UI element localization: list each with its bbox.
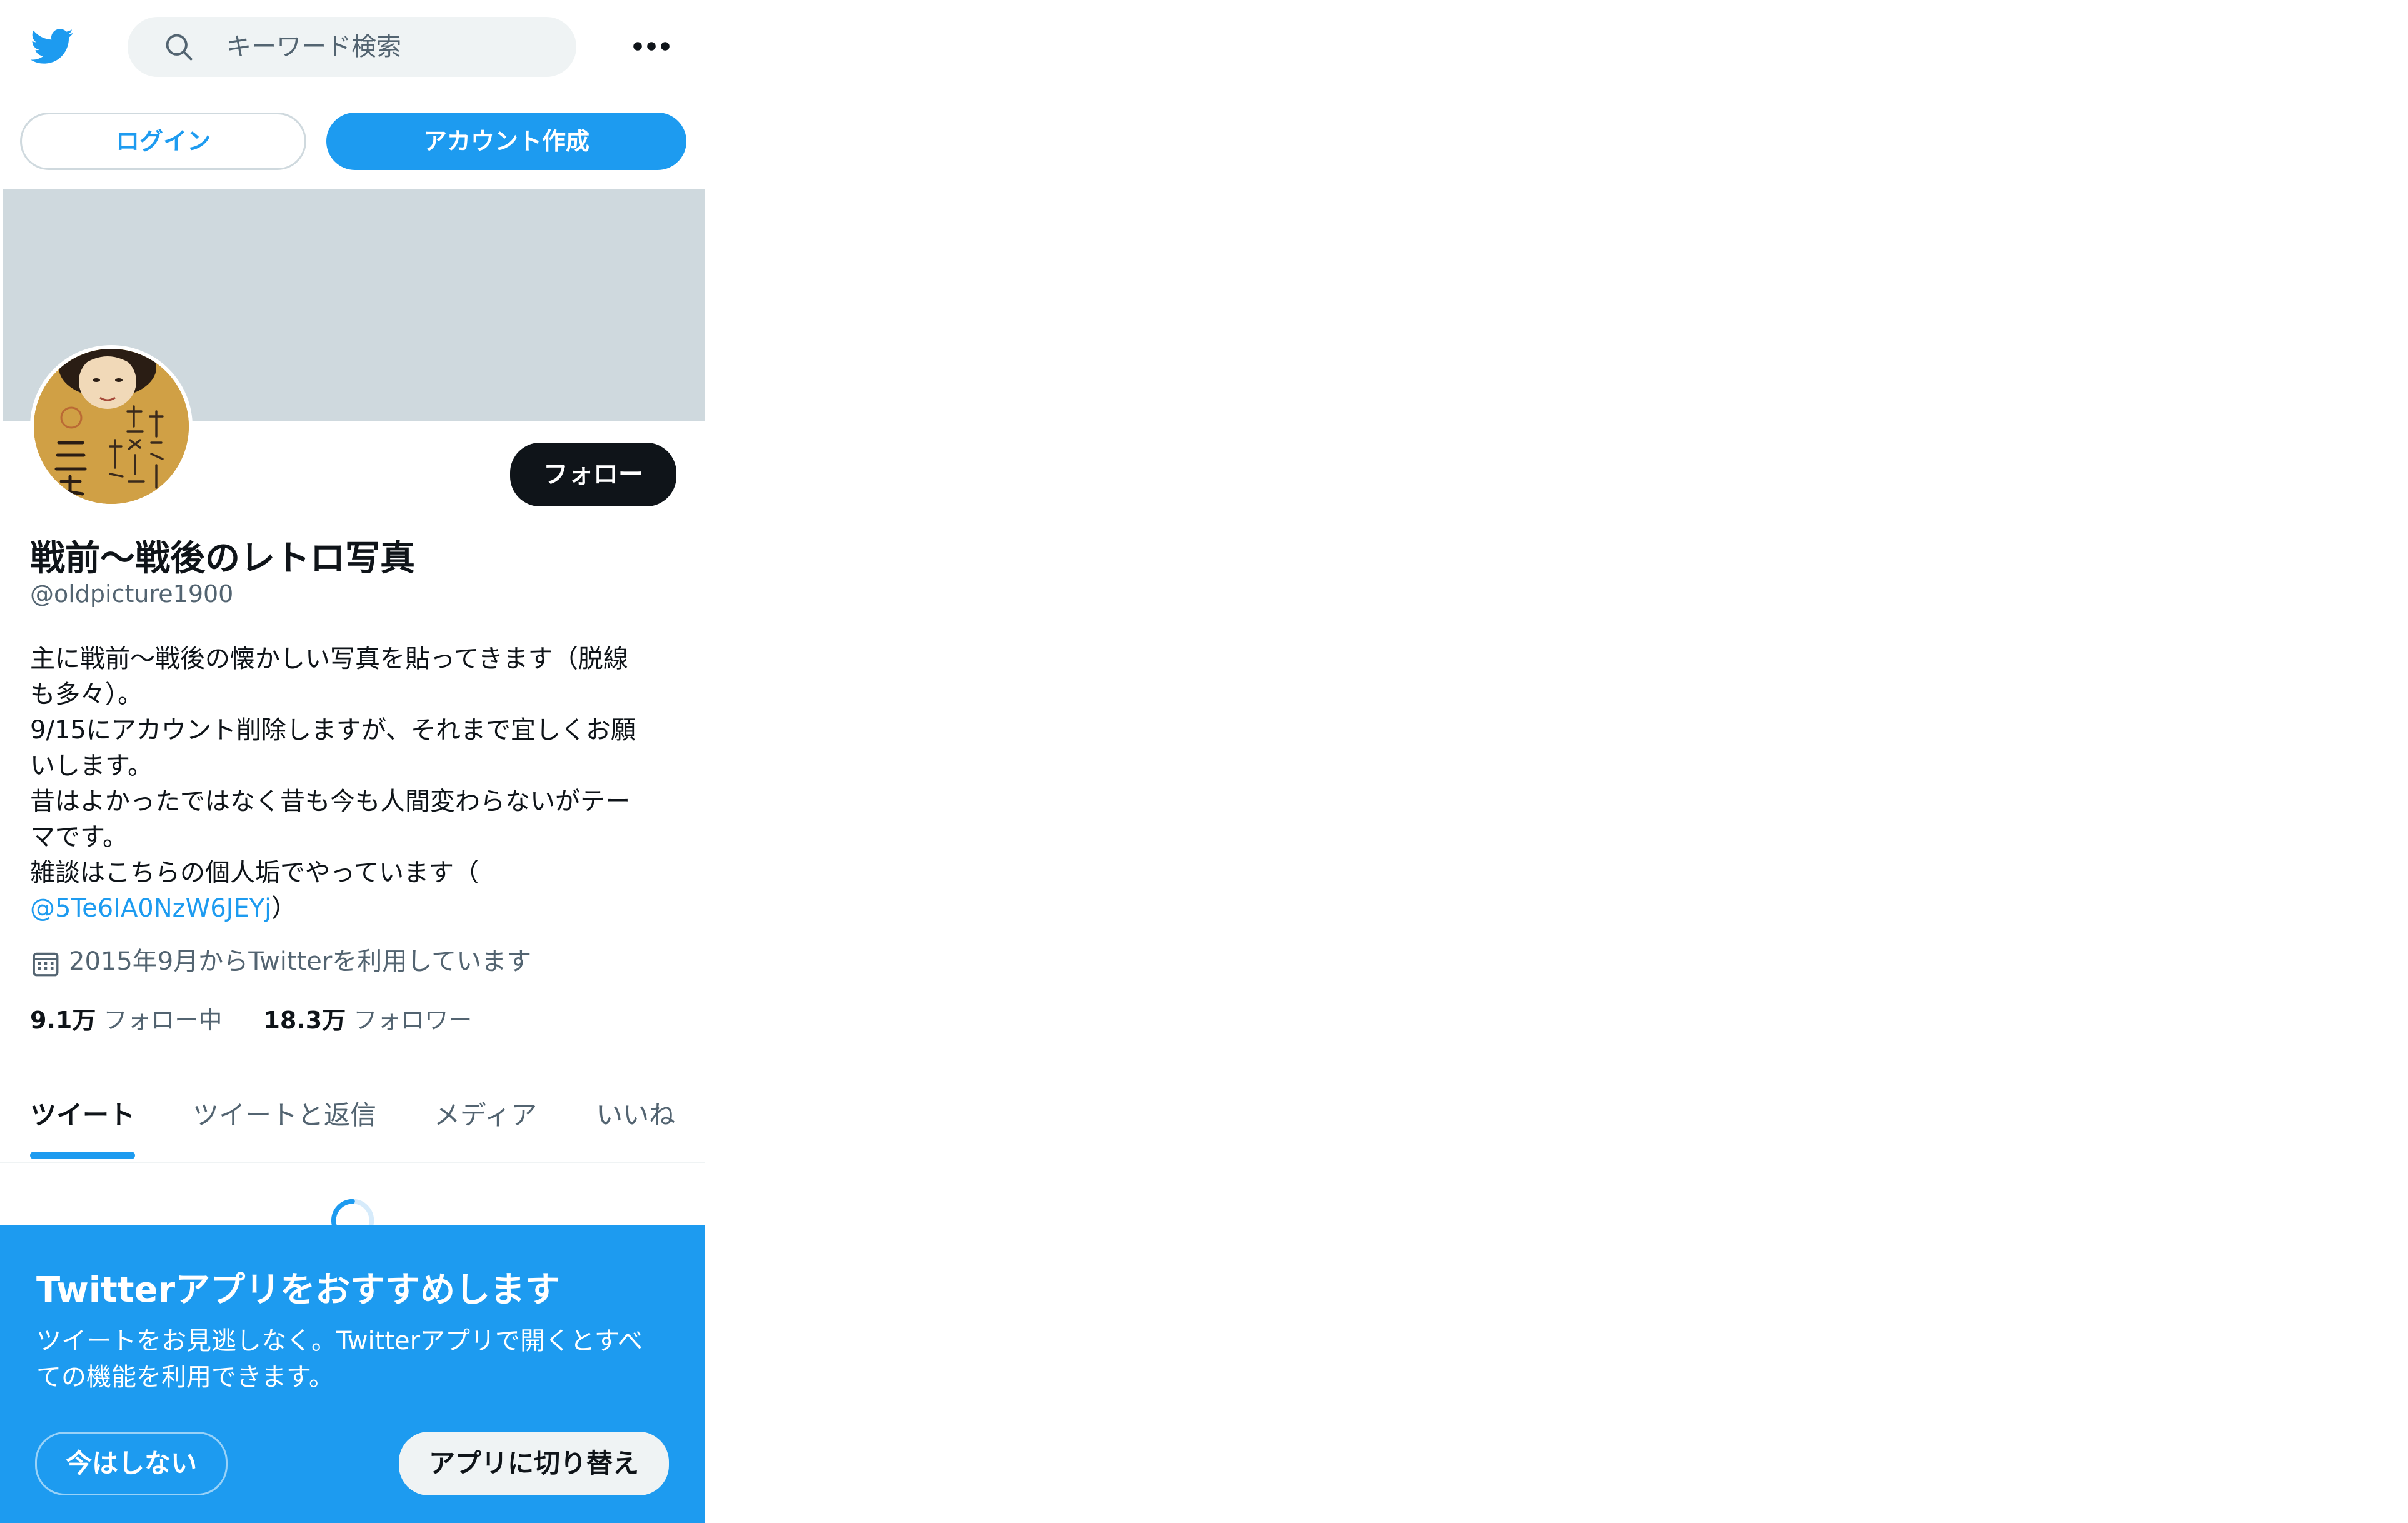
profile-column: ログイン アカウント作成 — [0, 0, 705, 1523]
bio-link-suffix: ） — [271, 894, 297, 923]
following-count: 9.1万 — [30, 1007, 96, 1034]
promo-description: ツイートをお見逃しなく。Twitterアプリで開くとすべ ての機能を利用できます… — [36, 1323, 680, 1395]
calendar-icon — [33, 952, 59, 977]
following-label: フォロー中 — [103, 1007, 223, 1034]
search-input[interactable] — [226, 17, 551, 77]
twitter-bird-icon[interactable] — [28, 24, 75, 69]
app-promo-banner: Twitterアプリをおすすめします ツイートをお見逃しなく。Twitterアプ… — [0, 1225, 705, 1523]
avatar[interactable] — [30, 345, 193, 508]
tab-likes[interactable]: いいね — [596, 1094, 675, 1132]
not-now-button[interactable]: 今はしない — [35, 1432, 228, 1495]
bio-line: 主に戦前～戦後の懐かしい写真を貼ってきます（脱線 — [30, 645, 628, 673]
followers-link[interactable]: 18.3万 フォロワー — [263, 1004, 472, 1037]
bio-line: 雑談はこちらの個人垢でやっています（ — [30, 858, 479, 887]
profile-bio: 主に戦前～戦後の懐かしい写真を貼ってきます（脱線 も多々）。 9/15にアカウン… — [30, 641, 674, 927]
followers-count: 18.3万 — [263, 1007, 346, 1034]
promo-title: Twitterアプリをおすすめします — [36, 1270, 561, 1310]
bio-line: いします。 — [30, 751, 153, 780]
search-bar[interactable] — [128, 17, 576, 77]
bio-line: 9/15にアカウント削除しますが、それまで宜しくお願 — [30, 716, 636, 745]
avatar-image — [34, 349, 189, 504]
bio-mention-link[interactable]: @5Te6IA0NzW6JEYj — [30, 894, 271, 923]
display-name: 戦前～戦後のレトロ写真 — [30, 538, 415, 579]
search-icon — [166, 34, 193, 61]
user-handle: @oldpicture1900 — [30, 580, 234, 608]
bio-line: マです。 — [30, 823, 128, 852]
active-tab-indicator — [30, 1152, 135, 1159]
followers-label: フォロワー — [353, 1007, 473, 1034]
more-icon[interactable] — [631, 33, 671, 60]
promo-description-line: ての機能を利用できます。 — [36, 1363, 334, 1392]
following-link[interactable]: 9.1万 フォロー中 — [30, 1004, 222, 1037]
tab-tweets-replies[interactable]: ツイートと返信 — [193, 1094, 376, 1132]
profile-tabs: ツイート ツイートと返信 メディア いいね — [0, 1075, 705, 1163]
tab-tweets[interactable]: ツイート — [30, 1094, 135, 1132]
signup-button[interactable]: アカウント作成 — [326, 113, 686, 170]
joined-text: 2015年9月からTwitterを利用しています — [69, 947, 532, 976]
promo-description-line: ツイートをお見逃しなく。Twitterアプリで開くとすべ — [36, 1327, 643, 1355]
tab-media[interactable]: メディア — [434, 1094, 537, 1132]
login-button[interactable]: ログイン — [20, 113, 306, 170]
bio-link-line: @5Te6IA0NzW6JEYj） — [30, 891, 674, 927]
bio-line: 昔はよかったではなく昔も今も人間変わらないがテー — [30, 787, 630, 816]
follow-stats: 9.1万 フォロー中 18.3万 フォロワー — [30, 1004, 506, 1037]
switch-to-app-button[interactable]: アプリに切り替え — [399, 1432, 669, 1495]
app-root: ログイン アカウント作成 — [0, 0, 2408, 1523]
follow-button[interactable]: フォロー — [510, 443, 676, 506]
bio-line: も多々）。 — [30, 680, 143, 709]
